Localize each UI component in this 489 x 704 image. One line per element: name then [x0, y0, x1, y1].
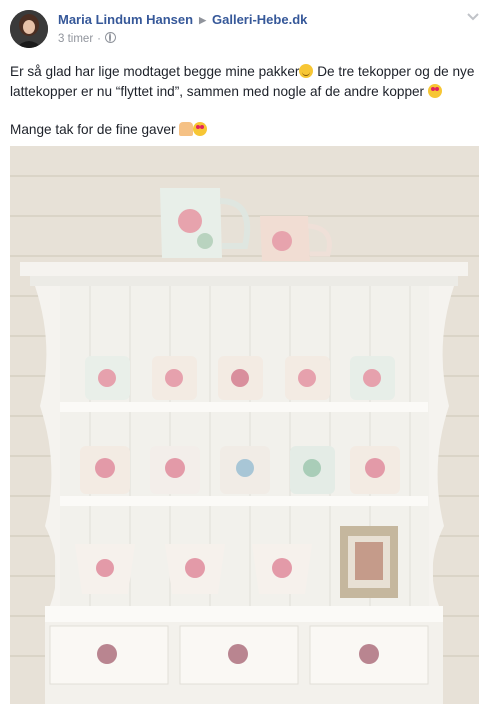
author-name-link[interactable]: Maria Lindum Hansen	[58, 12, 193, 27]
post-header-names: Maria Lindum Hansen ▶ Galleri-Hebe.dk	[58, 12, 307, 27]
triangle-right-icon: ▶	[199, 15, 206, 25]
post-photo[interactable]	[10, 146, 479, 704]
hugging-face-emoji	[299, 64, 314, 78]
post-paragraph-1: Er så glad har lige modtaget begge mine …	[10, 62, 480, 102]
post-timestamp[interactable]: 3 timer	[58, 33, 93, 45]
post-text-part-1: Er så glad har lige modtaget begge mine …	[10, 64, 300, 79]
target-page-link[interactable]: Galleri-Hebe.dk	[212, 12, 307, 27]
author-avatar[interactable]	[10, 10, 48, 48]
meta-separator: ·	[97, 33, 101, 45]
shelf-photo-illustration	[10, 146, 479, 704]
post-paragraph-2: Mange tak for de fine gaver	[10, 120, 480, 140]
chevron-down-icon[interactable]	[466, 12, 480, 22]
heart-eyes-emoji	[427, 84, 442, 98]
heart-eyes-emoji-2	[193, 122, 208, 136]
post-text-part-3: Mange tak for de fine gaver	[10, 122, 176, 137]
globe-icon[interactable]	[105, 32, 116, 43]
post-meta: 3 timer ·	[58, 32, 116, 45]
post-message: Er så glad har lige modtaget begge mine …	[10, 62, 480, 140]
praying-hands-emoji	[179, 122, 194, 136]
